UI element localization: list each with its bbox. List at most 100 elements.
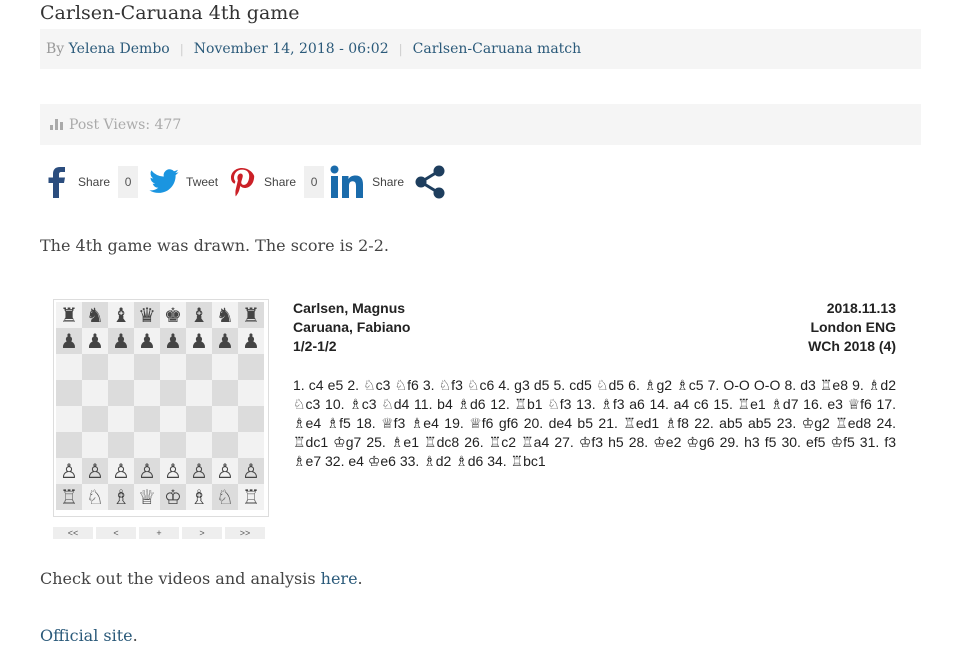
facebook-share-button[interactable]: Share xyxy=(40,165,110,199)
post-views-bar: Post Views: 477 xyxy=(40,104,921,145)
board-square[interactable] xyxy=(186,380,212,406)
board-square[interactable] xyxy=(108,406,134,432)
board-square-piece[interactable]: ♟ xyxy=(212,328,238,354)
pinterest-share-label: Share xyxy=(264,175,297,189)
board-square[interactable] xyxy=(82,380,108,406)
board-square-piece[interactable]: ♙ xyxy=(212,458,238,484)
board-square[interactable] xyxy=(238,406,264,432)
board-square-piece[interactable]: ♖ xyxy=(238,484,264,510)
game-result: 1/2-1/2 xyxy=(293,338,337,354)
board-square-piece[interactable]: ♜ xyxy=(238,302,264,328)
board-square-piece[interactable]: ♘ xyxy=(212,484,238,510)
board-square[interactable] xyxy=(134,354,160,380)
board-square[interactable] xyxy=(160,432,186,458)
board-square-piece[interactable]: ♟ xyxy=(238,328,264,354)
board-square[interactable] xyxy=(56,380,82,406)
board-square-piece[interactable]: ♙ xyxy=(108,458,134,484)
board-nav-button[interactable]: + xyxy=(139,527,179,539)
pinterest-share-button[interactable]: Share xyxy=(228,166,296,198)
twitter-icon xyxy=(149,169,179,193)
board-square[interactable] xyxy=(160,406,186,432)
board-square-piece[interactable]: ♚ xyxy=(160,302,186,328)
videos-paragraph: Check out the videos and analysis here. xyxy=(40,569,363,588)
post-date-link[interactable]: November 14, 2018 - 06:02 xyxy=(194,41,389,57)
board-square-piece[interactable]: ♟ xyxy=(108,328,134,354)
share-icon xyxy=(415,165,445,199)
board-square[interactable] xyxy=(82,354,108,380)
board-square[interactable] xyxy=(212,432,238,458)
board-square[interactable] xyxy=(160,354,186,380)
facebook-icon xyxy=(48,167,65,198)
board-navigation: << < + > >> xyxy=(53,527,265,539)
board-square[interactable] xyxy=(186,432,212,458)
board-square[interactable] xyxy=(134,432,160,458)
videos-suffix: . xyxy=(357,569,363,588)
board-square[interactable] xyxy=(238,354,264,380)
intro-paragraph: The 4th game was drawn. The score is 2-2… xyxy=(40,236,389,255)
board-square[interactable] xyxy=(108,432,134,458)
board-square[interactable] xyxy=(82,406,108,432)
board-square-piece[interactable]: ♞ xyxy=(212,302,238,328)
videos-text: Check out the videos and analysis xyxy=(40,569,321,588)
board-square-piece[interactable]: ♝ xyxy=(108,302,134,328)
board-square[interactable] xyxy=(56,406,82,432)
by-label: By xyxy=(46,41,65,57)
board-square-piece[interactable]: ♟ xyxy=(82,328,108,354)
board-square-piece[interactable]: ♙ xyxy=(186,458,212,484)
linkedin-share-button[interactable]: Share xyxy=(330,165,404,199)
twitter-share-label: Tweet xyxy=(186,175,219,189)
board-nav-button[interactable]: << xyxy=(53,527,93,539)
official-site-link[interactable]: Official site xyxy=(40,626,133,645)
board-square[interactable] xyxy=(56,432,82,458)
board-square[interactable] xyxy=(238,432,264,458)
board-square[interactable] xyxy=(212,354,238,380)
board-square[interactable] xyxy=(160,380,186,406)
board-square[interactable] xyxy=(134,380,160,406)
more-share-button[interactable] xyxy=(414,165,446,199)
board-square-piece[interactable]: ♙ xyxy=(134,458,160,484)
chess-board[interactable]: ♜ ♞ ♝ ♛ ♚ ♝ ♞ ♜ ♟ ♟ ♟ ♟ ♟ ♟ ♟ ♟ ♙ ♙ ♙ ♙ ♙ ♙ ♙ ♙ ♖ ♘ ♗ ♕ ♔ ♗ ♘ ♖ xyxy=(56,302,264,510)
board-square[interactable] xyxy=(212,380,238,406)
board-square-piece[interactable]: ♙ xyxy=(82,458,108,484)
board-square-piece[interactable]: ♖ xyxy=(56,484,82,510)
board-nav-button[interactable]: >> xyxy=(225,527,265,539)
board-square-piece[interactable]: ♙ xyxy=(238,458,264,484)
board-square-piece[interactable]: ♙ xyxy=(160,458,186,484)
category-link[interactable]: Carlsen-Caruana match xyxy=(413,41,581,57)
game-date: 2018.11.13 xyxy=(826,300,896,316)
board-square-piece[interactable]: ♟ xyxy=(134,328,160,354)
board-square[interactable] xyxy=(186,354,212,380)
board-square[interactable] xyxy=(108,354,134,380)
board-nav-button[interactable]: < xyxy=(96,527,136,539)
board-nav-button[interactable]: > xyxy=(182,527,222,539)
board-square-piece[interactable]: ♞ xyxy=(82,302,108,328)
board-square-piece[interactable]: ♙ xyxy=(56,458,82,484)
board-square-piece[interactable]: ♛ xyxy=(134,302,160,328)
white-player: Carlsen, Magnus xyxy=(293,300,406,316)
post-views-text: Post Views: 477 xyxy=(69,116,182,133)
board-square-piece[interactable]: ♟ xyxy=(186,328,212,354)
board-square[interactable] xyxy=(186,406,212,432)
board-square-piece[interactable]: ♟ xyxy=(56,328,82,354)
official-site-paragraph: Official site. xyxy=(40,626,138,645)
board-square-piece[interactable]: ♟ xyxy=(160,328,186,354)
board-square[interactable] xyxy=(82,432,108,458)
author-link[interactable]: Yelena Dembo xyxy=(69,41,170,57)
board-square[interactable] xyxy=(134,406,160,432)
board-square-piece[interactable]: ♔ xyxy=(160,484,186,510)
game-event: WCh 2018 (4) xyxy=(808,338,896,354)
board-square[interactable] xyxy=(212,406,238,432)
board-square-piece[interactable]: ♗ xyxy=(186,484,212,510)
board-square-piece[interactable]: ♘ xyxy=(82,484,108,510)
board-square-piece[interactable]: ♜ xyxy=(56,302,82,328)
board-square[interactable] xyxy=(56,354,82,380)
board-square[interactable] xyxy=(238,380,264,406)
board-square[interactable] xyxy=(108,380,134,406)
twitter-share-button[interactable]: Tweet xyxy=(146,166,218,198)
board-square-piece[interactable]: ♕ xyxy=(134,484,160,510)
game-moves[interactable]: 1. c4 e5 2. ♘c3 ♘f6 3. ♘f3 ♘c6 4. g3 d5 … xyxy=(293,376,896,471)
board-square-piece[interactable]: ♗ xyxy=(108,484,134,510)
facebook-share-count: 0 xyxy=(118,166,139,198)
videos-link[interactable]: here xyxy=(321,569,358,588)
board-square-piece[interactable]: ♝ xyxy=(186,302,212,328)
